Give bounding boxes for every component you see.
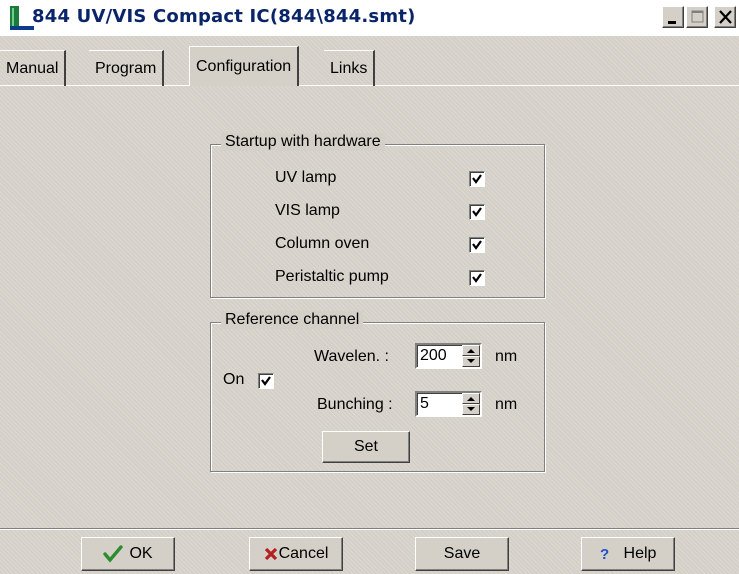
vis-lamp-checkbox[interactable] [469, 204, 485, 220]
uv-lamp-checkbox[interactable] [469, 171, 485, 187]
check-icon [261, 376, 271, 386]
wavelength-value: 200 [420, 347, 447, 364]
check-icon [472, 174, 482, 184]
peristaltic-pump-checkbox[interactable] [469, 270, 485, 286]
help-button-label: Help [623, 545, 657, 562]
bunching-spin-buttons [462, 393, 480, 415]
set-button-label: Set [353, 438, 378, 455]
check-icon [472, 207, 482, 217]
help-button[interactable]: ? Help [581, 537, 675, 571]
arrow-up-icon [467, 397, 475, 401]
wavelength-spin-buttons [462, 345, 480, 367]
footer-separator [0, 528, 739, 530]
window-title: 844 UV/VIS Compact IC(844\844.smt) [32, 6, 416, 27]
bunching-unit: nm [495, 396, 518, 413]
tab-program[interactable]: Program [89, 50, 165, 86]
save-button[interactable]: Save [415, 537, 509, 571]
startup-group-title: Startup with hardware [221, 133, 385, 151]
bunching-spinbox[interactable]: 5 [415, 391, 482, 417]
save-button-label: Save [443, 545, 481, 562]
check-icon [472, 240, 482, 250]
cancel-button-label: Cancel [278, 545, 329, 562]
close-button[interactable] [714, 6, 736, 28]
reference-channel-group: Reference channel On Wavelen. : 200 nm B… [210, 311, 545, 472]
bunching-down-button[interactable] [462, 404, 480, 415]
arrow-up-icon [467, 349, 475, 353]
tab-manual[interactable]: Manual [0, 50, 67, 86]
uv-lamp-label: UV lamp [275, 169, 337, 186]
bunching-value: 5 [420, 395, 429, 412]
column-oven-checkbox[interactable] [469, 237, 485, 253]
set-button[interactable]: Set [322, 431, 410, 463]
on-label: On [223, 371, 245, 388]
arrow-down-icon [467, 359, 475, 363]
reference-group-title: Reference channel [221, 311, 364, 329]
bunching-up-button[interactable] [462, 393, 480, 404]
maximize-button[interactable] [686, 6, 708, 28]
cancel-button[interactable]: Cancel [249, 537, 343, 571]
ok-button[interactable]: OK [81, 537, 175, 571]
svg-text:?: ? [600, 546, 609, 562]
ok-button-label: OK [129, 545, 153, 562]
wavelength-spinbox[interactable]: 200 [415, 343, 482, 369]
peristaltic-pump-label: Peristaltic pump [275, 268, 389, 285]
startup-group: Startup with hardware UV lamp VIS lamp C… [210, 133, 545, 298]
on-checkbox[interactable] [258, 373, 274, 389]
x-icon [264, 547, 278, 561]
wavelength-up-button[interactable] [462, 345, 480, 356]
question-icon: ? [600, 546, 610, 562]
tab-configuration[interactable]: Configuration [189, 46, 300, 86]
vis-lamp-label: VIS lamp [275, 202, 340, 219]
bunching-label: Bunching : [317, 396, 393, 413]
maximize-icon [691, 10, 704, 23]
minimize-button[interactable] [662, 6, 684, 28]
title-bar: 844 UV/VIS Compact IC(844\844.smt) [0, 0, 739, 36]
wavelength-unit: nm [495, 348, 518, 365]
minimize-icon [668, 21, 676, 24]
checkmark-icon [103, 545, 124, 563]
tab-links[interactable]: Links [324, 50, 376, 86]
arrow-down-icon [467, 407, 475, 411]
wavelength-down-button[interactable] [462, 356, 480, 367]
column-oven-label: Column oven [275, 235, 370, 252]
wavelength-label: Wavelen. : [314, 348, 389, 365]
check-icon [472, 273, 482, 283]
close-icon [719, 10, 732, 24]
